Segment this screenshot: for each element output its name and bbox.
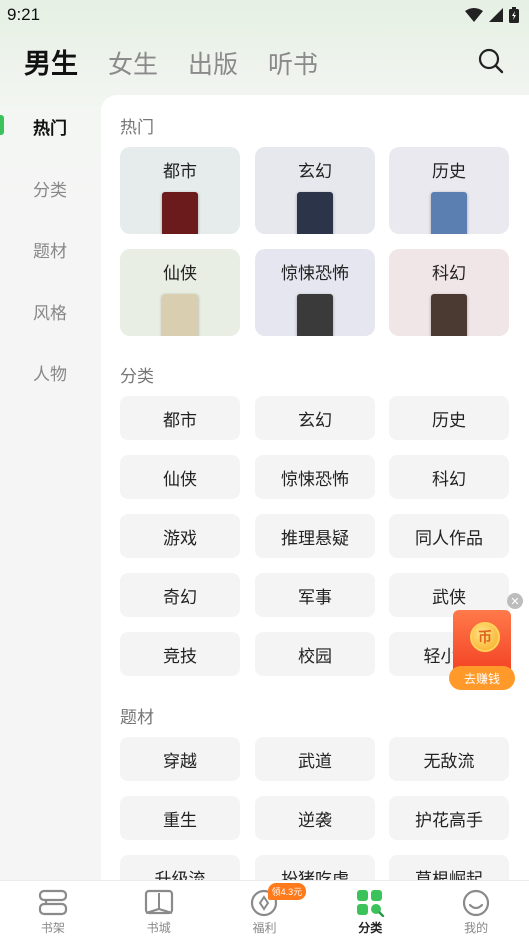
hot-card[interactable]: 都市 (120, 147, 240, 234)
theme-tag[interactable]: 武道 (255, 737, 375, 781)
side-item-category[interactable]: 分类 (0, 158, 100, 220)
nav-bookstore[interactable]: 书城 (106, 881, 212, 946)
close-icon: ✕ (510, 595, 520, 608)
section-title-category: 分类 (120, 367, 154, 386)
side-item-hot[interactable]: 热门 (0, 96, 100, 158)
category-tag[interactable]: 军事 (255, 573, 375, 617)
tab-audiobook[interactable]: 听书 (268, 45, 318, 81)
hot-card-label: 仙侠 (163, 264, 197, 283)
nav-label: 书架 (40, 921, 65, 935)
status-bar: 9:21 (0, 0, 529, 30)
nav-label: 分类 (358, 921, 383, 935)
hot-card-label: 惊悚恐怖 (281, 264, 349, 283)
tab-male[interactable]: 男生 (24, 42, 78, 81)
side-nav: 热门 分类 题材 风格 人物 (0, 96, 100, 404)
category-tag[interactable]: 历史 (389, 396, 509, 440)
side-item-style[interactable]: 风格 (0, 281, 100, 343)
status-icons (465, 7, 519, 23)
hot-card-label: 科幻 (432, 264, 466, 283)
search-icon (478, 48, 504, 74)
category-tag[interactable]: 同人作品 (389, 514, 509, 558)
book-store-icon (144, 889, 173, 915)
hot-card-label: 历史 (432, 162, 466, 181)
theme-tag[interactable]: 逆袭 (255, 796, 375, 840)
book-cover (431, 294, 467, 336)
category-tag[interactable]: 都市 (120, 396, 240, 440)
search-button[interactable] (477, 47, 505, 75)
category-content[interactable]: 热门 都市 玄幻 历史 仙侠 惊悚恐怖 科幻 分类 都市 玄幻 历史 仙侠 惊悚… (101, 95, 529, 885)
book-cover (431, 192, 467, 234)
section-title-theme: 题材 (120, 708, 154, 727)
gender-tabs: 男生 女生 出版 听书 (24, 42, 348, 81)
book-cover (162, 294, 198, 336)
category-tag[interactable]: 竞技 (120, 632, 240, 676)
category-tag[interactable]: 游戏 (120, 514, 240, 558)
side-item-theme[interactable]: 题材 (0, 219, 100, 281)
hot-card[interactable]: 仙侠 (120, 249, 240, 336)
earn-money-button[interactable]: 去赚钱 (449, 666, 515, 690)
section-title-hot: 热门 (120, 118, 154, 137)
wifi-icon (465, 8, 483, 22)
category-tag[interactable]: 玄幻 (255, 396, 375, 440)
theme-tag[interactable]: 穿越 (120, 737, 240, 781)
hot-card[interactable]: 历史 (389, 147, 509, 234)
side-item-character[interactable]: 人物 (0, 342, 100, 404)
signal-icon (489, 8, 503, 22)
category-tag[interactable]: 仙侠 (120, 455, 240, 499)
nav-welfare[interactable]: 领4.3元 福利 (212, 881, 318, 946)
theme-tag[interactable]: 重生 (120, 796, 240, 840)
nav-profile[interactable]: 我的 (423, 881, 529, 946)
nav-label: 福利 (252, 921, 277, 935)
hot-card[interactable]: 科幻 (389, 249, 509, 336)
nav-label: 我的 (464, 921, 489, 935)
category-tag[interactable]: 科幻 (389, 455, 509, 499)
battery-icon (509, 7, 519, 23)
reward-widget[interactable]: 币 去赚钱 (449, 610, 515, 690)
book-cover (297, 294, 333, 336)
tab-female[interactable]: 女生 (108, 45, 158, 81)
profile-icon (462, 889, 490, 917)
book-cover (297, 192, 333, 234)
bottom-nav: 书架 书城 领4.3元 福利 分类 我的 (0, 880, 529, 946)
hot-card-label: 都市 (163, 162, 197, 181)
nav-label: 书城 (146, 921, 171, 935)
bookshelf-icon (38, 889, 67, 916)
category-tag[interactable]: 推理悬疑 (255, 514, 375, 558)
category-tag[interactable]: 奇幻 (120, 573, 240, 617)
theme-tag[interactable]: 护花高手 (389, 796, 509, 840)
hot-card[interactable]: 惊悚恐怖 (255, 249, 375, 336)
nav-bookshelf[interactable]: 书架 (0, 881, 106, 946)
hot-card-label: 玄幻 (298, 162, 332, 181)
status-time: 9:21 (7, 5, 41, 24)
nav-category[interactable]: 分类 (317, 881, 423, 946)
reward-badge: 领4.3元 (267, 883, 307, 900)
coin-icon: 币 (470, 622, 500, 652)
theme-tag[interactable]: 无敌流 (389, 737, 509, 781)
category-tag[interactable]: 惊悚恐怖 (255, 455, 375, 499)
tab-publish[interactable]: 出版 (188, 45, 238, 81)
hot-card[interactable]: 玄幻 (255, 147, 375, 234)
book-cover (162, 192, 198, 234)
category-tag[interactable]: 校园 (255, 632, 375, 676)
reward-close-button[interactable]: ✕ (507, 593, 523, 609)
category-icon (357, 890, 385, 917)
